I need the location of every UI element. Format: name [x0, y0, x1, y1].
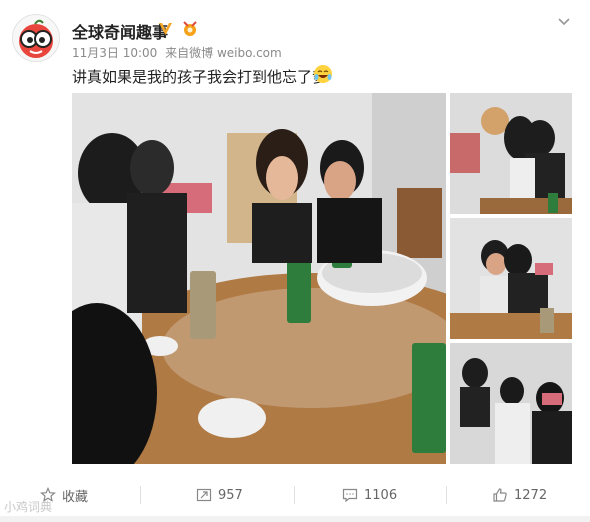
action-divider — [446, 486, 447, 504]
avatar[interactable] — [12, 14, 60, 62]
favorite-label: 收藏 — [62, 489, 89, 505]
action-divider — [140, 486, 141, 504]
thumbnail-photo-1[interactable] — [450, 93, 572, 214]
post-date[interactable]: 11月3日 10:00 — [72, 46, 157, 60]
group-photo-at-dinner-table — [72, 93, 446, 464]
action-bar: 收藏 957 1106 1272 — [0, 480, 590, 510]
comment-button[interactable]: 1106 — [342, 480, 397, 510]
member-medal-icon[interactable] — [180, 20, 200, 37]
verified-v-icon — [159, 23, 172, 35]
main-photo[interactable] — [72, 93, 446, 464]
like-count: 1272 — [514, 487, 548, 503]
repost-button[interactable]: 957 — [196, 480, 243, 510]
watermark: 小鸡词典 — [4, 500, 53, 514]
chevron-down-icon[interactable] — [556, 14, 572, 30]
source-prefix: 来自 — [165, 46, 190, 60]
comment-icon — [342, 488, 358, 503]
post-source[interactable]: 微博 weibo.com — [189, 46, 282, 60]
thumbs-up-icon — [493, 488, 507, 502]
repost-icon — [196, 488, 212, 502]
post-text: 讲真如果是我的孩子我会打到他忘了爹 — [72, 68, 328, 86]
laughing-face-icon — [314, 65, 332, 83]
onlookers-photo — [450, 343, 572, 464]
action-divider — [294, 486, 295, 504]
thumbnail-photo-2[interactable] — [450, 218, 572, 339]
thumbnail-photo-3[interactable] — [450, 343, 572, 464]
couple-hug-photo — [450, 218, 572, 339]
bottom-separator — [0, 516, 590, 522]
post-meta: 11月3日 10:00 来自微博 weibo.com — [72, 44, 282, 61]
repost-count: 957 — [218, 487, 243, 503]
account-name[interactable]: 全球奇闻趣事 — [72, 19, 168, 43]
like-button[interactable]: 1272 — [492, 480, 547, 510]
avatar-image — [13, 15, 59, 61]
comment-count: 1106 — [364, 487, 398, 503]
couple-kiss-photo — [450, 93, 572, 214]
